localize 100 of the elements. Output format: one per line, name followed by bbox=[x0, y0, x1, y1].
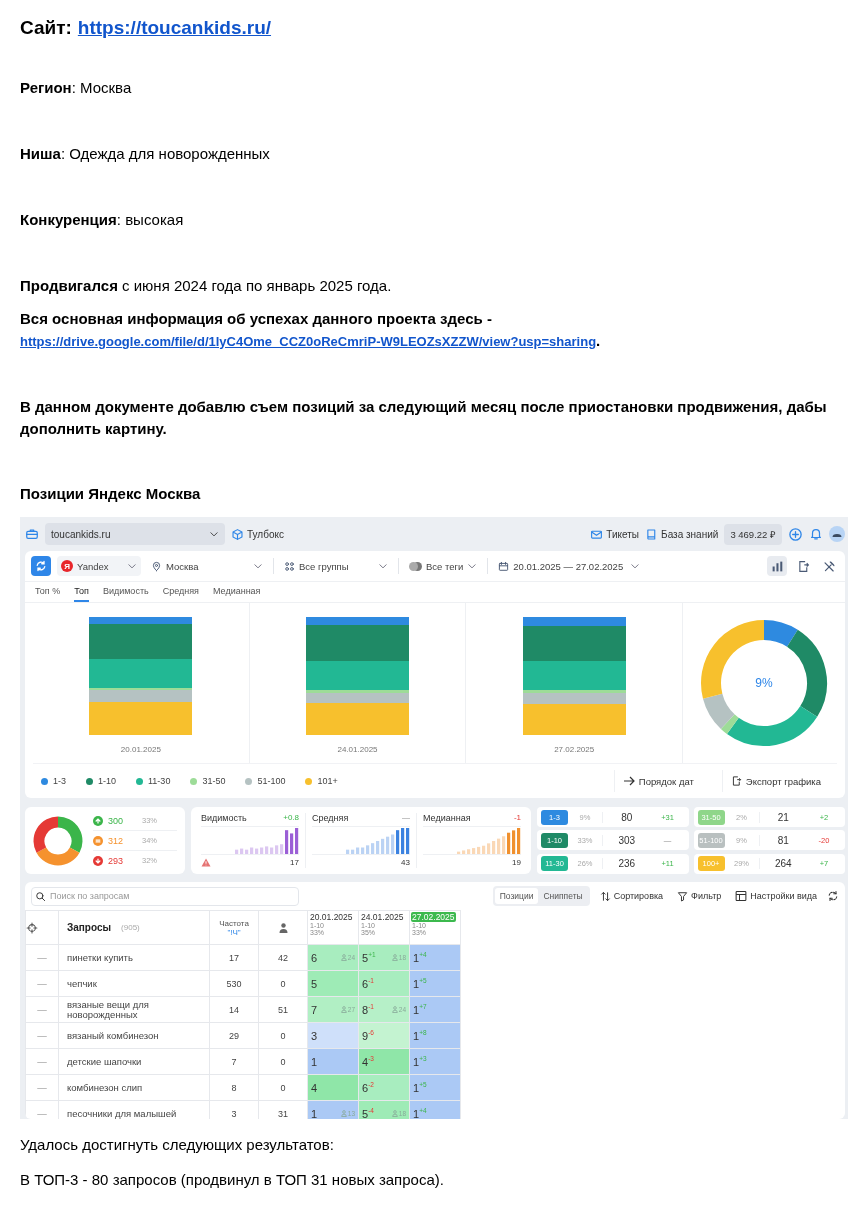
view-settings-button[interactable]: Настройки вида bbox=[731, 890, 821, 902]
donut-label: 9% bbox=[755, 676, 773, 690]
export-chart-button[interactable]: Экспорт графика bbox=[721, 770, 829, 792]
position-value: 3 bbox=[311, 1029, 318, 1042]
search-field[interactable]: Поиск по запросам bbox=[31, 886, 299, 906]
user-icon bbox=[340, 1110, 347, 1117]
tools-icon bbox=[822, 559, 836, 573]
date-header[interactable]: 24.01.2025 bbox=[360, 912, 405, 922]
range-count: 21 bbox=[758, 811, 807, 823]
toggle-icon bbox=[409, 561, 422, 571]
query-cell: пинетки купить bbox=[58, 944, 210, 971]
cube-icon[interactable] bbox=[231, 527, 244, 541]
info-text: Вся основная информация об успехах данного проекта здесь - https://drive.google.com/file/d/1lyC4Ome_CCZ0oReCmriP-W9LEOZsXZZW/view?usp=sharing. bbox=[20, 309, 602, 351]
chart-tab[interactable]: Медианная bbox=[213, 582, 261, 602]
frequency-type[interactable]: "!Ч" bbox=[227, 927, 241, 937]
date-label: 27.02.2025 bbox=[554, 745, 595, 754]
summary-count: 312 bbox=[108, 835, 124, 846]
refresh-button[interactable] bbox=[31, 556, 51, 576]
grid-icon bbox=[284, 560, 295, 572]
query-cell: комбинезон слип bbox=[58, 1074, 210, 1101]
briefcase-icon[interactable] bbox=[25, 527, 39, 541]
fact-text: Конкуренция: высокая bbox=[20, 210, 185, 230]
chevron-down-icon[interactable] bbox=[378, 561, 388, 571]
user-icon bbox=[391, 954, 398, 961]
metric-title: Средняя bbox=[312, 813, 349, 823]
chart-view-button[interactable] bbox=[767, 556, 787, 576]
balance-label: 3 469.22 ₽ bbox=[724, 523, 782, 545]
user-icon bbox=[278, 922, 288, 933]
position-value: 4 bbox=[311, 1081, 318, 1094]
calendar-icon bbox=[498, 560, 510, 572]
visitors-cell: 0 bbox=[258, 1048, 308, 1075]
equal-icon bbox=[93, 835, 103, 846]
tags-select[interactable]: Все теги bbox=[405, 556, 482, 576]
metric-change: — bbox=[402, 813, 410, 823]
chart-tab[interactable]: Видимость bbox=[102, 582, 149, 602]
sparkline-drawing bbox=[346, 827, 410, 854]
query-cell: вязаный комбинезон bbox=[58, 1022, 210, 1049]
metric-title: Видимость bbox=[201, 813, 247, 823]
position-value: 1$^{+7}$ bbox=[413, 1003, 427, 1016]
metric-value: 43 bbox=[401, 857, 410, 867]
sort-button[interactable]: Сортировка bbox=[595, 890, 668, 902]
position-value: 1$^{+4}$ bbox=[413, 951, 427, 964]
table-icon bbox=[735, 890, 748, 902]
position-value: 5$^{-4}$ bbox=[362, 1107, 374, 1119]
position-value: 1$^{+5}$ bbox=[413, 1081, 427, 1094]
user-icon bbox=[340, 954, 347, 961]
metric-value: 17 bbox=[290, 857, 299, 867]
date-header[interactable]: 20.01.2025 bbox=[309, 912, 354, 922]
project-select[interactable]: toucankids.ru bbox=[45, 523, 225, 545]
avatar-icon[interactable] bbox=[829, 526, 845, 542]
engine-select[interactable]: Я Yandex bbox=[57, 556, 141, 576]
row-mark: — bbox=[25, 970, 59, 997]
toolbox-link[interactable]: Тулбокс bbox=[247, 528, 284, 540]
site-link[interactable]: https://toucankids.ru/ bbox=[77, 17, 272, 39]
date-order-button[interactable]: Порядок дат bbox=[613, 770, 702, 792]
position-value: 6$^{-2}$ bbox=[362, 1081, 374, 1094]
query-count: (905) bbox=[121, 922, 140, 933]
chevron-down-icon[interactable] bbox=[127, 561, 137, 571]
groups-select[interactable]: Все группы bbox=[280, 556, 392, 576]
tickets-link[interactable]: Тикеты bbox=[606, 528, 640, 540]
column-header[interactable]: Запросы bbox=[67, 922, 112, 933]
position-value: 6 bbox=[311, 951, 318, 964]
legend-label: 31-50 bbox=[202, 776, 226, 786]
bar-chart-icon bbox=[770, 559, 784, 573]
view-toggle[interactable]: Сниппеты bbox=[538, 888, 588, 904]
export-icon bbox=[796, 559, 810, 573]
site-label: Сайт: bbox=[20, 17, 72, 39]
chart-tab[interactable]: Средняя bbox=[162, 582, 199, 602]
note-text: В данном документе добавлю съем позиций за следующий месяц после приостановки продвижения, дабы дополнить картину. bbox=[20, 397, 828, 439]
row-mark: — bbox=[25, 944, 59, 971]
chevron-down-icon[interactable] bbox=[253, 561, 263, 571]
frequency-cell: 29 bbox=[209, 1022, 259, 1049]
filter-button[interactable]: Фильтр bbox=[673, 890, 726, 902]
position-value: 8$^{-1}$ bbox=[362, 1003, 374, 1016]
position-value: 9$^{-6}$ bbox=[362, 1029, 374, 1042]
position-value: 1$^{+4}$ bbox=[413, 1107, 427, 1119]
region-select[interactable]: Москва bbox=[147, 556, 267, 576]
add-icon[interactable] bbox=[788, 526, 803, 542]
range-count: 81 bbox=[758, 834, 807, 846]
chart-tab[interactable]: Топ % bbox=[35, 582, 61, 602]
knowledge-base-link[interactable]: База знаний bbox=[661, 528, 719, 540]
chevron-down-icon[interactable] bbox=[467, 561, 478, 571]
arrow-down-icon bbox=[93, 855, 103, 866]
position-value: 6$^{-1}$ bbox=[362, 977, 374, 990]
date-label: 20.01.2025 bbox=[120, 745, 161, 754]
summary-count: 293 bbox=[108, 855, 124, 866]
crosshair-icon[interactable] bbox=[26, 921, 38, 934]
refresh-icon bbox=[35, 560, 47, 572]
sort-icon bbox=[599, 890, 611, 902]
bell-icon[interactable] bbox=[809, 527, 823, 541]
query-cell: чепчик bbox=[58, 970, 210, 997]
chevron-down-icon[interactable] bbox=[630, 561, 641, 571]
view-toggle[interactable]: Позиции bbox=[494, 888, 539, 904]
chevron-down-icon[interactable] bbox=[209, 529, 219, 539]
user-icon bbox=[391, 1006, 398, 1013]
date-range-select[interactable]: 20.01.2025 — 27.02.2025 bbox=[494, 556, 645, 576]
refresh-icon[interactable] bbox=[827, 890, 839, 902]
sparkline-drawing bbox=[457, 827, 521, 854]
chart-tab[interactable]: Топ bbox=[74, 582, 89, 602]
column-header[interactable]: Частота bbox=[219, 918, 249, 928]
